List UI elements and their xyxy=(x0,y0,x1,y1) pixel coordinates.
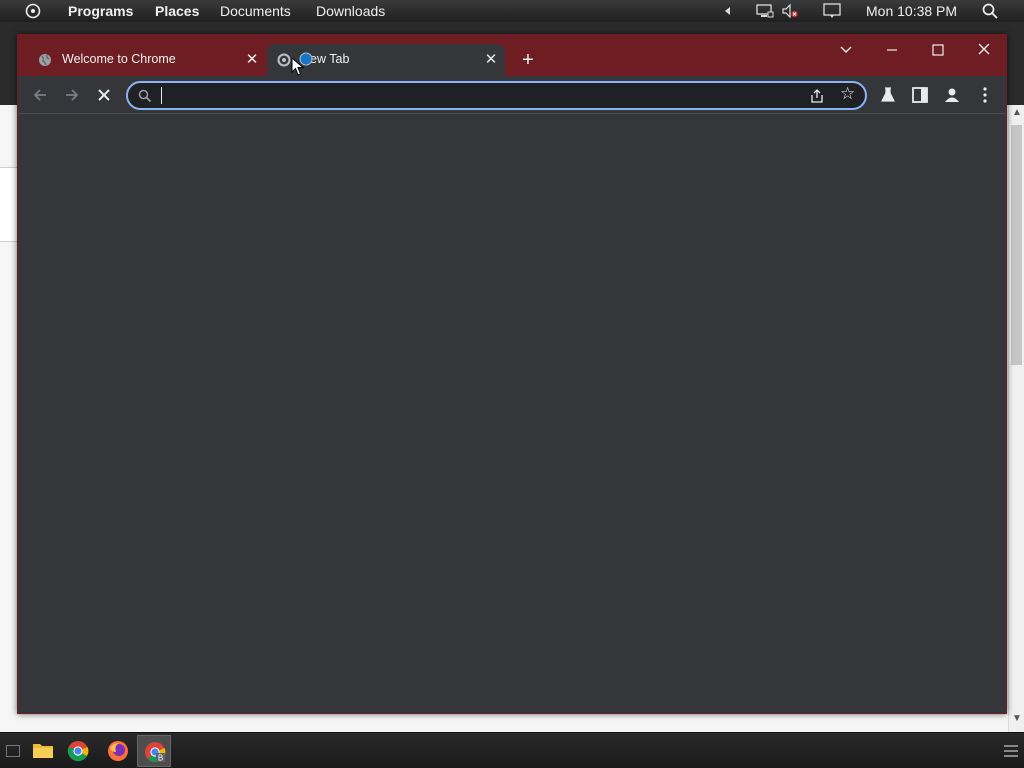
taskbar-chrome[interactable] xyxy=(61,735,95,767)
tab-label: Welcome to Chrome xyxy=(62,52,176,66)
scrollbar-thumb[interactable] xyxy=(1011,125,1022,365)
menu-documents[interactable]: Documents xyxy=(220,3,291,19)
svg-text:B: B xyxy=(158,754,163,763)
new-tab-button[interactable]: + xyxy=(518,50,538,70)
taskbar-firefox[interactable] xyxy=(101,735,135,767)
minimize-icon[interactable] xyxy=(877,40,907,60)
forward-icon[interactable] xyxy=(61,84,83,106)
firefox-icon xyxy=(108,741,128,761)
profile-icon[interactable] xyxy=(943,86,961,104)
show-desktop-icon[interactable] xyxy=(6,745,20,757)
text-caret xyxy=(161,87,162,104)
close-icon[interactable]: ✕ xyxy=(244,52,260,68)
share-icon[interactable] xyxy=(809,88,825,104)
system-top-bar: Programs Places Documents Downloads Mon … xyxy=(0,0,1024,22)
title-bar[interactable]: Welcome to Chrome ✕ New Tab ✕ + xyxy=(18,35,1006,76)
busy-cursor-icon xyxy=(299,52,313,66)
file-manager-icon xyxy=(33,744,53,758)
chrome-beta-icon: B xyxy=(145,742,166,763)
menu-programs[interactable]: Programs xyxy=(68,3,133,19)
loading-icon xyxy=(277,53,291,67)
maximize-icon[interactable] xyxy=(923,40,953,60)
network-icon[interactable] xyxy=(756,3,774,19)
search-icon xyxy=(138,89,152,103)
stop-loading-icon[interactable] xyxy=(93,84,115,106)
tab-search-icon[interactable] xyxy=(831,40,861,60)
chrome-icon xyxy=(67,741,89,762)
tray-expand-icon[interactable] xyxy=(722,3,732,19)
address-bar[interactable]: ☆ xyxy=(126,81,867,110)
side-panel-icon[interactable] xyxy=(911,86,929,104)
clock[interactable]: Mon 10:38 PM xyxy=(866,3,957,19)
tab-welcome-to-chrome[interactable]: Welcome to Chrome ✕ xyxy=(28,44,266,76)
close-icon[interactable]: ✕ xyxy=(483,52,499,68)
labs-flask-icon[interactable] xyxy=(879,86,897,104)
browser-toolbar: ☆ xyxy=(18,76,1006,114)
search-icon[interactable] xyxy=(982,3,998,19)
address-input[interactable] xyxy=(158,86,798,106)
scroll-up-icon[interactable]: ▲ xyxy=(1012,107,1022,118)
taskbar-file-manager[interactable] xyxy=(26,735,60,767)
chrome-window: Welcome to Chrome ✕ New Tab ✕ + ☆ xyxy=(17,34,1007,714)
more-menu-icon[interactable] xyxy=(976,86,994,104)
notification-icon[interactable] xyxy=(823,3,841,19)
back-icon[interactable] xyxy=(29,84,51,106)
menu-places[interactable]: Places xyxy=(155,3,199,19)
globe-icon xyxy=(39,54,51,66)
menu-downloads[interactable]: Downloads xyxy=(316,3,385,19)
close-window-icon[interactable] xyxy=(969,40,999,60)
scroll-down-icon[interactable]: ▼ xyxy=(1012,713,1022,724)
bookmark-star-icon[interactable]: ☆ xyxy=(840,85,858,103)
page-content[interactable] xyxy=(18,114,1006,713)
volume-muted-icon[interactable] xyxy=(781,3,799,19)
taskbar-chrome-beta[interactable]: B xyxy=(137,735,171,767)
background-scrollbar[interactable]: ▲ ▼ xyxy=(1008,105,1024,732)
taskbar-menu-icon[interactable] xyxy=(1004,745,1018,757)
taskbar: B xyxy=(0,732,1024,768)
system-menu-icon[interactable] xyxy=(25,3,41,19)
